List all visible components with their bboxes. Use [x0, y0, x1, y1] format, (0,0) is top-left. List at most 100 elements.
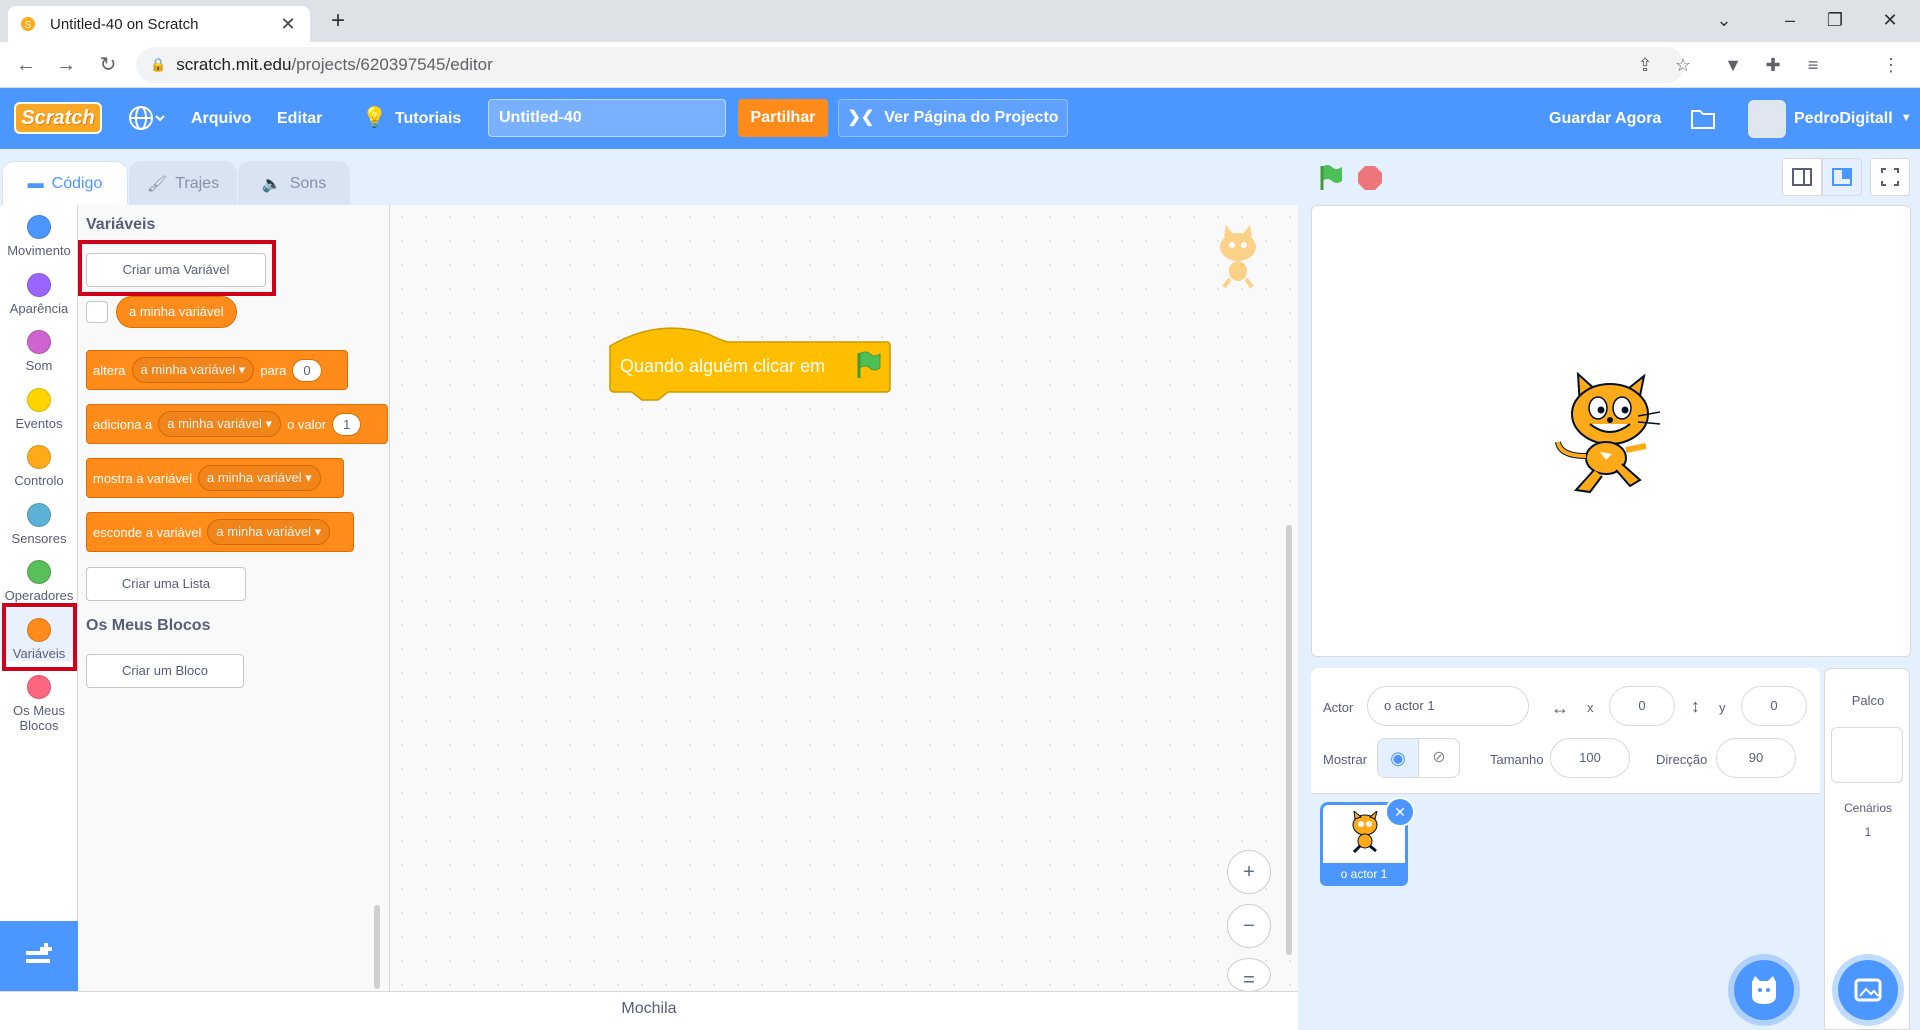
extensions-puzzle-icon[interactable]: ✚	[1760, 52, 1786, 78]
direction-input[interactable]: 90	[1716, 738, 1796, 778]
extension-v-icon[interactable]: ▼	[1720, 52, 1746, 78]
back-icon[interactable]: ←	[12, 51, 40, 79]
bookmark-star-icon[interactable]: ☆	[1670, 52, 1696, 78]
close-window-icon[interactable]: ✕	[1870, 6, 1910, 34]
category-motion[interactable]: Movimento	[0, 205, 78, 258]
tab-sounds[interactable]: 🔈 Sons	[238, 161, 350, 205]
brush-icon: 🖌	[146, 175, 168, 193]
variable-reporter[interactable]: a minha variável	[116, 296, 237, 328]
choose-backdrop-button[interactable]	[1838, 960, 1898, 1020]
variable-dropdown[interactable]: a minha variável ▾	[197, 465, 321, 491]
category-sensing[interactable]: Sensores	[0, 493, 78, 546]
sprite-info: Actor o actor 1 ↔ x 0 ↕ y 0 Mostrar ◉ ⊘ …	[1311, 668, 1820, 794]
small-stage-button[interactable]	[1782, 158, 1822, 196]
tab-search-icon[interactable]: ⌄	[1704, 6, 1744, 34]
hide-variable-block[interactable]: esconde a variável a minha variável ▾	[86, 512, 354, 552]
x-position-input[interactable]: 0	[1609, 686, 1675, 726]
sprite-name-input[interactable]: o actor 1	[1367, 686, 1529, 726]
block-text: o valor	[287, 416, 327, 432]
change-variable-block[interactable]: adiciona a a minha variável ▾ o valor 1	[86, 404, 388, 444]
variable-dropdown[interactable]: a minha variável ▾	[131, 357, 255, 383]
close-tab-icon[interactable]: ✕	[278, 14, 298, 35]
category-events[interactable]: Eventos	[0, 378, 78, 431]
account-menu[interactable]: PedroDigitall ▼	[1748, 88, 1912, 149]
y-position-input[interactable]: 0	[1741, 686, 1807, 726]
minimize-icon[interactable]: –	[1770, 6, 1810, 34]
large-stage-button[interactable]	[1822, 158, 1862, 196]
variable-dropdown[interactable]: a minha variável ▾	[158, 411, 282, 437]
tutorials-label: Tutoriais	[394, 110, 462, 127]
username-label: PedroDigitall	[1794, 110, 1893, 127]
forward-icon[interactable]: →	[52, 51, 80, 79]
stage-canvas[interactable]	[1311, 205, 1911, 657]
variable-dropdown[interactable]: a minha variável ▾	[207, 519, 331, 545]
hide-sprite-eye-icon[interactable]: ⊘	[1418, 738, 1460, 778]
scratch-logo[interactable]: Scratch	[14, 102, 102, 134]
share-button[interactable]: Partilhar	[738, 99, 828, 137]
browser-menu-icon[interactable]: ⋮	[1878, 52, 1904, 78]
stage-header	[1310, 156, 1910, 200]
zoom-out-button[interactable]: −	[1227, 904, 1271, 948]
make-block-button[interactable]: Criar um Bloco	[86, 654, 244, 688]
block-text: esconde a variável	[93, 524, 202, 540]
tab-code-label: Código	[51, 175, 103, 192]
value-input[interactable]: 0	[292, 358, 322, 382]
cat-sprite-icon[interactable]	[1550, 366, 1674, 496]
category-operators[interactable]: Operadores	[0, 550, 78, 603]
add-extension-icon	[26, 943, 52, 963]
language-menu[interactable]	[128, 88, 166, 149]
add-extension-button[interactable]	[0, 921, 78, 991]
direction-label: Direcção	[1656, 752, 1708, 767]
set-variable-block[interactable]: altera a minha variável ▾ para 0	[86, 350, 348, 390]
category-sound[interactable]: Som	[0, 320, 78, 373]
category-my-blocks[interactable]: Os Meus Blocos	[0, 665, 78, 733]
browser-tab[interactable]: S Untitled-40 on Scratch ✕	[8, 6, 310, 42]
browser-tabstrip: S Untitled-40 on Scratch ✕ + ⌄ – ❐ ✕	[0, 0, 1920, 42]
tab-costumes[interactable]: 🖌 Trajes	[129, 161, 237, 205]
backpack[interactable]: Mochila	[0, 991, 1298, 1030]
choose-sprite-button[interactable]	[1734, 960, 1794, 1020]
edit-menu[interactable]: Editar	[277, 88, 322, 149]
project-title-input[interactable]: Untitled-40	[488, 99, 726, 137]
green-flag-button[interactable]	[1316, 162, 1346, 192]
category-looks[interactable]: Aparência	[0, 263, 78, 316]
show-variable-block[interactable]: mostra a variável a minha variável ▾	[86, 458, 344, 498]
size-input[interactable]: 100	[1550, 738, 1630, 778]
tutorials-button[interactable]: 💡 Tutoriais	[362, 88, 461, 149]
cat-add-icon	[1752, 976, 1776, 1004]
zoom-reset-button[interactable]: =	[1227, 958, 1271, 992]
tab-code[interactable]: ▬ Código	[2, 161, 128, 206]
reload-icon[interactable]: ↻	[94, 51, 122, 79]
save-now-button[interactable]: Guardar Agora	[1549, 88, 1661, 149]
cat-thumbnail-icon	[1345, 811, 1385, 853]
y-label: y	[1719, 700, 1726, 715]
fullscreen-button[interactable]	[1870, 158, 1910, 196]
when-flag-clicked-block[interactable]: Quando alguém clicar em	[608, 322, 891, 402]
zoom-in-button[interactable]: +	[1227, 850, 1271, 894]
block-text: adiciona a	[93, 416, 153, 432]
palette-scrollbar[interactable]	[374, 905, 380, 989]
media-icon[interactable]: ≡	[1800, 52, 1826, 78]
category-control[interactable]: Controlo	[0, 435, 78, 488]
value-input[interactable]: 1	[332, 412, 362, 436]
make-list-button[interactable]: Criar uma Lista	[86, 567, 246, 601]
url-input[interactable]: 🔒 scratch.mit.edu/projects/620397545/edi…	[136, 47, 1684, 83]
see-project-page-button[interactable]: ❯❮ Ver Página do Projecto	[838, 99, 1068, 137]
see-project-page-label: Ver Página do Projecto	[884, 109, 1059, 126]
show-sprite-eye-icon[interactable]: ◉	[1377, 738, 1419, 778]
delete-sprite-trash-icon[interactable]: ✕	[1385, 797, 1415, 827]
workspace-scrollbar[interactable]	[1286, 525, 1292, 955]
my-stuff-folder-icon[interactable]	[1690, 88, 1716, 149]
file-menu[interactable]: Arquivo	[191, 88, 251, 149]
restore-icon[interactable]: ❐	[1815, 6, 1855, 34]
url-host: scratch.mit.edu	[176, 55, 292, 74]
variable-checkbox[interactable]	[86, 301, 108, 323]
category-label: Operadores	[4, 588, 74, 603]
dropdown-value: a minha variável	[206, 470, 302, 485]
dropdown-value: a minha variável	[167, 416, 262, 431]
share-page-icon[interactable]: ⇪	[1632, 52, 1658, 78]
stop-button[interactable]	[1356, 164, 1384, 192]
highlight-variables-category	[2, 603, 77, 671]
dropdown-value: a minha variável	[216, 524, 312, 539]
new-tab-icon[interactable]: +	[324, 8, 352, 36]
